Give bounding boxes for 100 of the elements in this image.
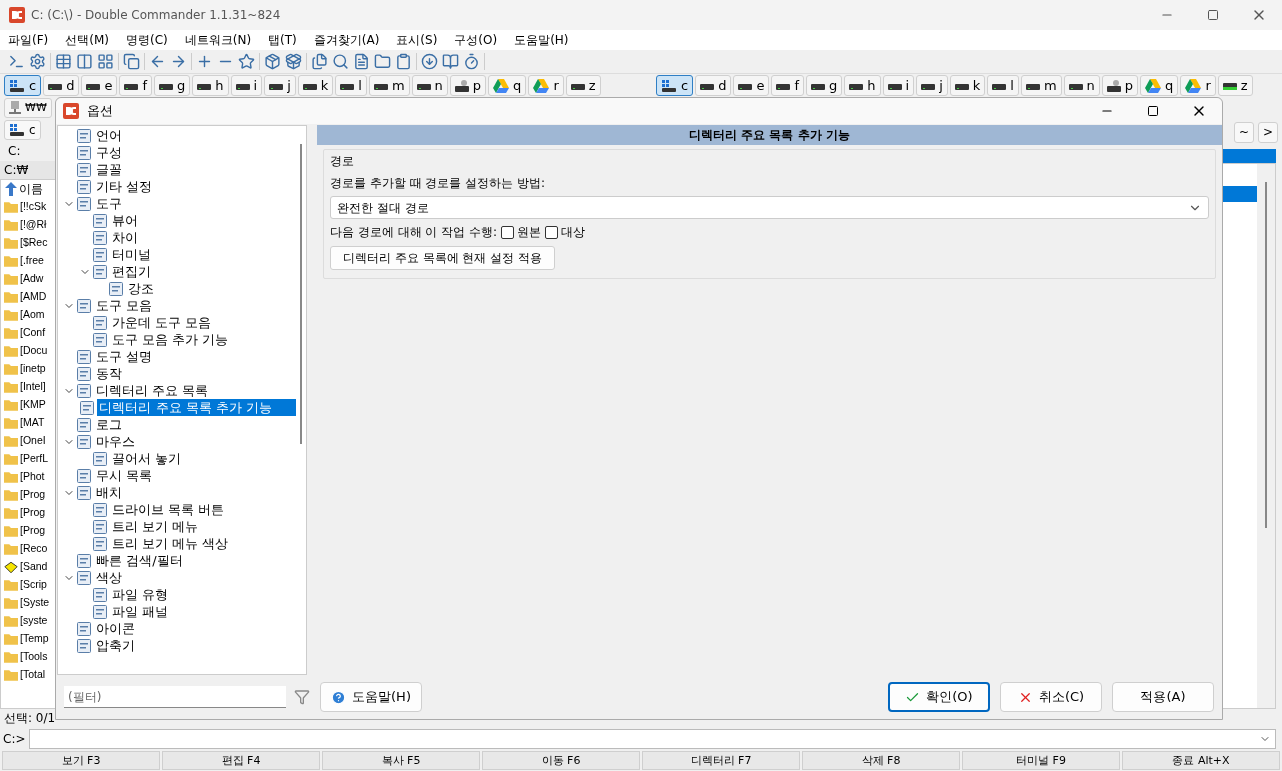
tree-item[interactable]: 아이콘 [94, 620, 137, 637]
tree-item[interactable]: 차이 [110, 229, 140, 246]
table-icon[interactable] [55, 53, 72, 70]
drive-button[interactable]: p [449, 75, 487, 96]
drive-button[interactable]: f [771, 75, 804, 96]
tree-item[interactable]: 드라이브 목록 버튼 [110, 501, 227, 518]
drive-button[interactable]: c [4, 75, 42, 96]
drive-button[interactable]: h [844, 75, 881, 96]
scrollbar[interactable] [1257, 164, 1275, 708]
tree-item[interactable]: 디렉터리 주요 목록 [94, 382, 211, 399]
function-key-button[interactable]: 디렉터리 F7 [642, 751, 800, 770]
function-key-button[interactable]: 터미널 F9 [962, 751, 1120, 770]
arrow-left-icon[interactable] [149, 53, 166, 70]
document-icon[interactable] [353, 53, 370, 70]
tree-item[interactable]: 도구 설명 [94, 348, 155, 365]
tree-item[interactable]: 빠른 검색/필터 [94, 552, 185, 569]
open-package-icon[interactable] [285, 53, 302, 70]
columns-icon[interactable] [76, 53, 93, 70]
function-key-button[interactable]: 삭제 F8 [802, 751, 960, 770]
drive-button[interactable]: d [43, 75, 80, 96]
tree-item[interactable]: 끌어서 놓기 [110, 450, 184, 467]
menu-item[interactable]: 선택(M) [65, 31, 109, 49]
drive-button[interactable]: g [154, 75, 191, 96]
menu-item[interactable]: 표시(S) [396, 31, 438, 49]
tree-item[interactable]: 뷰어 [110, 212, 140, 229]
tab-button[interactable]: c [4, 120, 41, 140]
drive-button[interactable]: r [528, 75, 564, 96]
tree-item[interactable]: 도구 모음 추가 기능 [110, 331, 231, 348]
dialog-button[interactable]: 취소(C) [1000, 682, 1102, 712]
network-button[interactable]: ₩₩ [4, 98, 52, 118]
tree-item[interactable]: 트리 보기 메뉴 [110, 518, 201, 535]
drive-button[interactable]: n [411, 75, 448, 96]
drive-button[interactable]: c [656, 75, 694, 96]
tree-item[interactable]: 터미널 [110, 246, 153, 263]
tree-item[interactable]: 로그 [94, 416, 124, 433]
drive-button[interactable]: q [1140, 75, 1179, 96]
drive-button[interactable]: r [1180, 75, 1216, 96]
dialog-button[interactable]: 적용(A) [1112, 682, 1214, 712]
drive-button[interactable]: e [733, 75, 770, 96]
drive-button[interactable]: g [806, 75, 843, 96]
drive-button[interactable]: e [81, 75, 118, 96]
function-key-button[interactable]: 편집 F4 [162, 751, 320, 770]
drive-button[interactable]: k [949, 75, 986, 96]
tree-item[interactable]: 도구 [94, 195, 124, 212]
clear-filter-icon[interactable] [294, 689, 310, 705]
drive-button[interactable]: l [987, 75, 1019, 96]
drive-button[interactable]: j [264, 75, 296, 96]
column-header[interactable]: 이름 [19, 180, 43, 198]
tree-item[interactable]: 압축기 [94, 637, 137, 654]
drive-button[interactable]: i [230, 75, 263, 96]
menu-item[interactable]: 네트워크(N) [184, 31, 252, 49]
drive-button[interactable]: d [695, 75, 732, 96]
drive-button[interactable]: i [882, 75, 915, 96]
tree-item[interactable]: 동작 [94, 365, 124, 382]
search-icon[interactable] [332, 53, 349, 70]
drive-button[interactable]: q [488, 75, 527, 96]
menu-item[interactable]: 탭(T) [268, 31, 297, 49]
tree-item[interactable]: 강조 [126, 280, 156, 297]
drive-button[interactable]: z [565, 75, 601, 96]
command-line-field[interactable] [29, 729, 1276, 749]
function-key-button[interactable]: 이동 F6 [482, 751, 640, 770]
timer-icon[interactable] [463, 53, 480, 70]
tree-item[interactable]: 배치 [94, 484, 124, 501]
tree-item[interactable]: 도구 모음 [94, 297, 155, 314]
path-mode-select[interactable]: 완전한 절대 경로 [330, 196, 1209, 219]
settings-icon[interactable] [29, 53, 46, 70]
checkbox[interactable] [545, 225, 559, 239]
tree-item[interactable]: 무시 목록 [94, 467, 155, 484]
menu-item[interactable]: 파일(F) [8, 31, 49, 49]
menu-item[interactable]: 도움말(H) [514, 31, 569, 49]
tree-item[interactable]: 파일 유형 [110, 586, 171, 603]
drive-button[interactable]: n [1063, 75, 1100, 96]
book-icon[interactable] [442, 53, 459, 70]
drive-button[interactable]: m [368, 75, 410, 96]
package-icon[interactable] [264, 53, 281, 70]
dialog-button[interactable]: 확인(O) [888, 682, 990, 712]
tree-item[interactable]: 편집기 [110, 263, 153, 280]
tree-item[interactable]: 색상 [94, 569, 124, 586]
filter-field[interactable]: (필터) [64, 686, 286, 708]
copy-icon[interactable] [123, 53, 140, 70]
tree-item[interactable]: 트리 보기 메뉴 색상 [110, 535, 231, 552]
drive-button[interactable]: m [1020, 75, 1062, 96]
drive-button[interactable]: j [916, 75, 948, 96]
tree-item[interactable]: 파일 패널 [110, 603, 171, 620]
function-key-button[interactable]: 보기 F3 [2, 751, 160, 770]
menu-item[interactable]: 즐겨찾기(A) [313, 31, 380, 49]
folder-icon[interactable] [374, 53, 391, 70]
tree-item[interactable]: 언어 [94, 127, 124, 144]
tree-item[interactable]: 디렉터리 주요 목록 추가 기능 [97, 399, 296, 416]
drive-button[interactable]: z [1217, 75, 1253, 96]
grid-icon[interactable] [97, 53, 114, 70]
dialog-button[interactable]: 도움말(H) [320, 682, 422, 712]
nav-button[interactable]: > [1258, 121, 1278, 143]
drive-button[interactable]: f [119, 75, 152, 96]
tree-item[interactable]: 마우스 [94, 433, 137, 450]
tree-item[interactable]: 가운데 도구 모음 [110, 314, 214, 331]
function-key-button[interactable]: 복사 F5 [322, 751, 480, 770]
arrow-right-icon[interactable] [170, 53, 187, 70]
drive-button[interactable]: k [297, 75, 334, 96]
terminal-icon[interactable] [8, 53, 25, 70]
